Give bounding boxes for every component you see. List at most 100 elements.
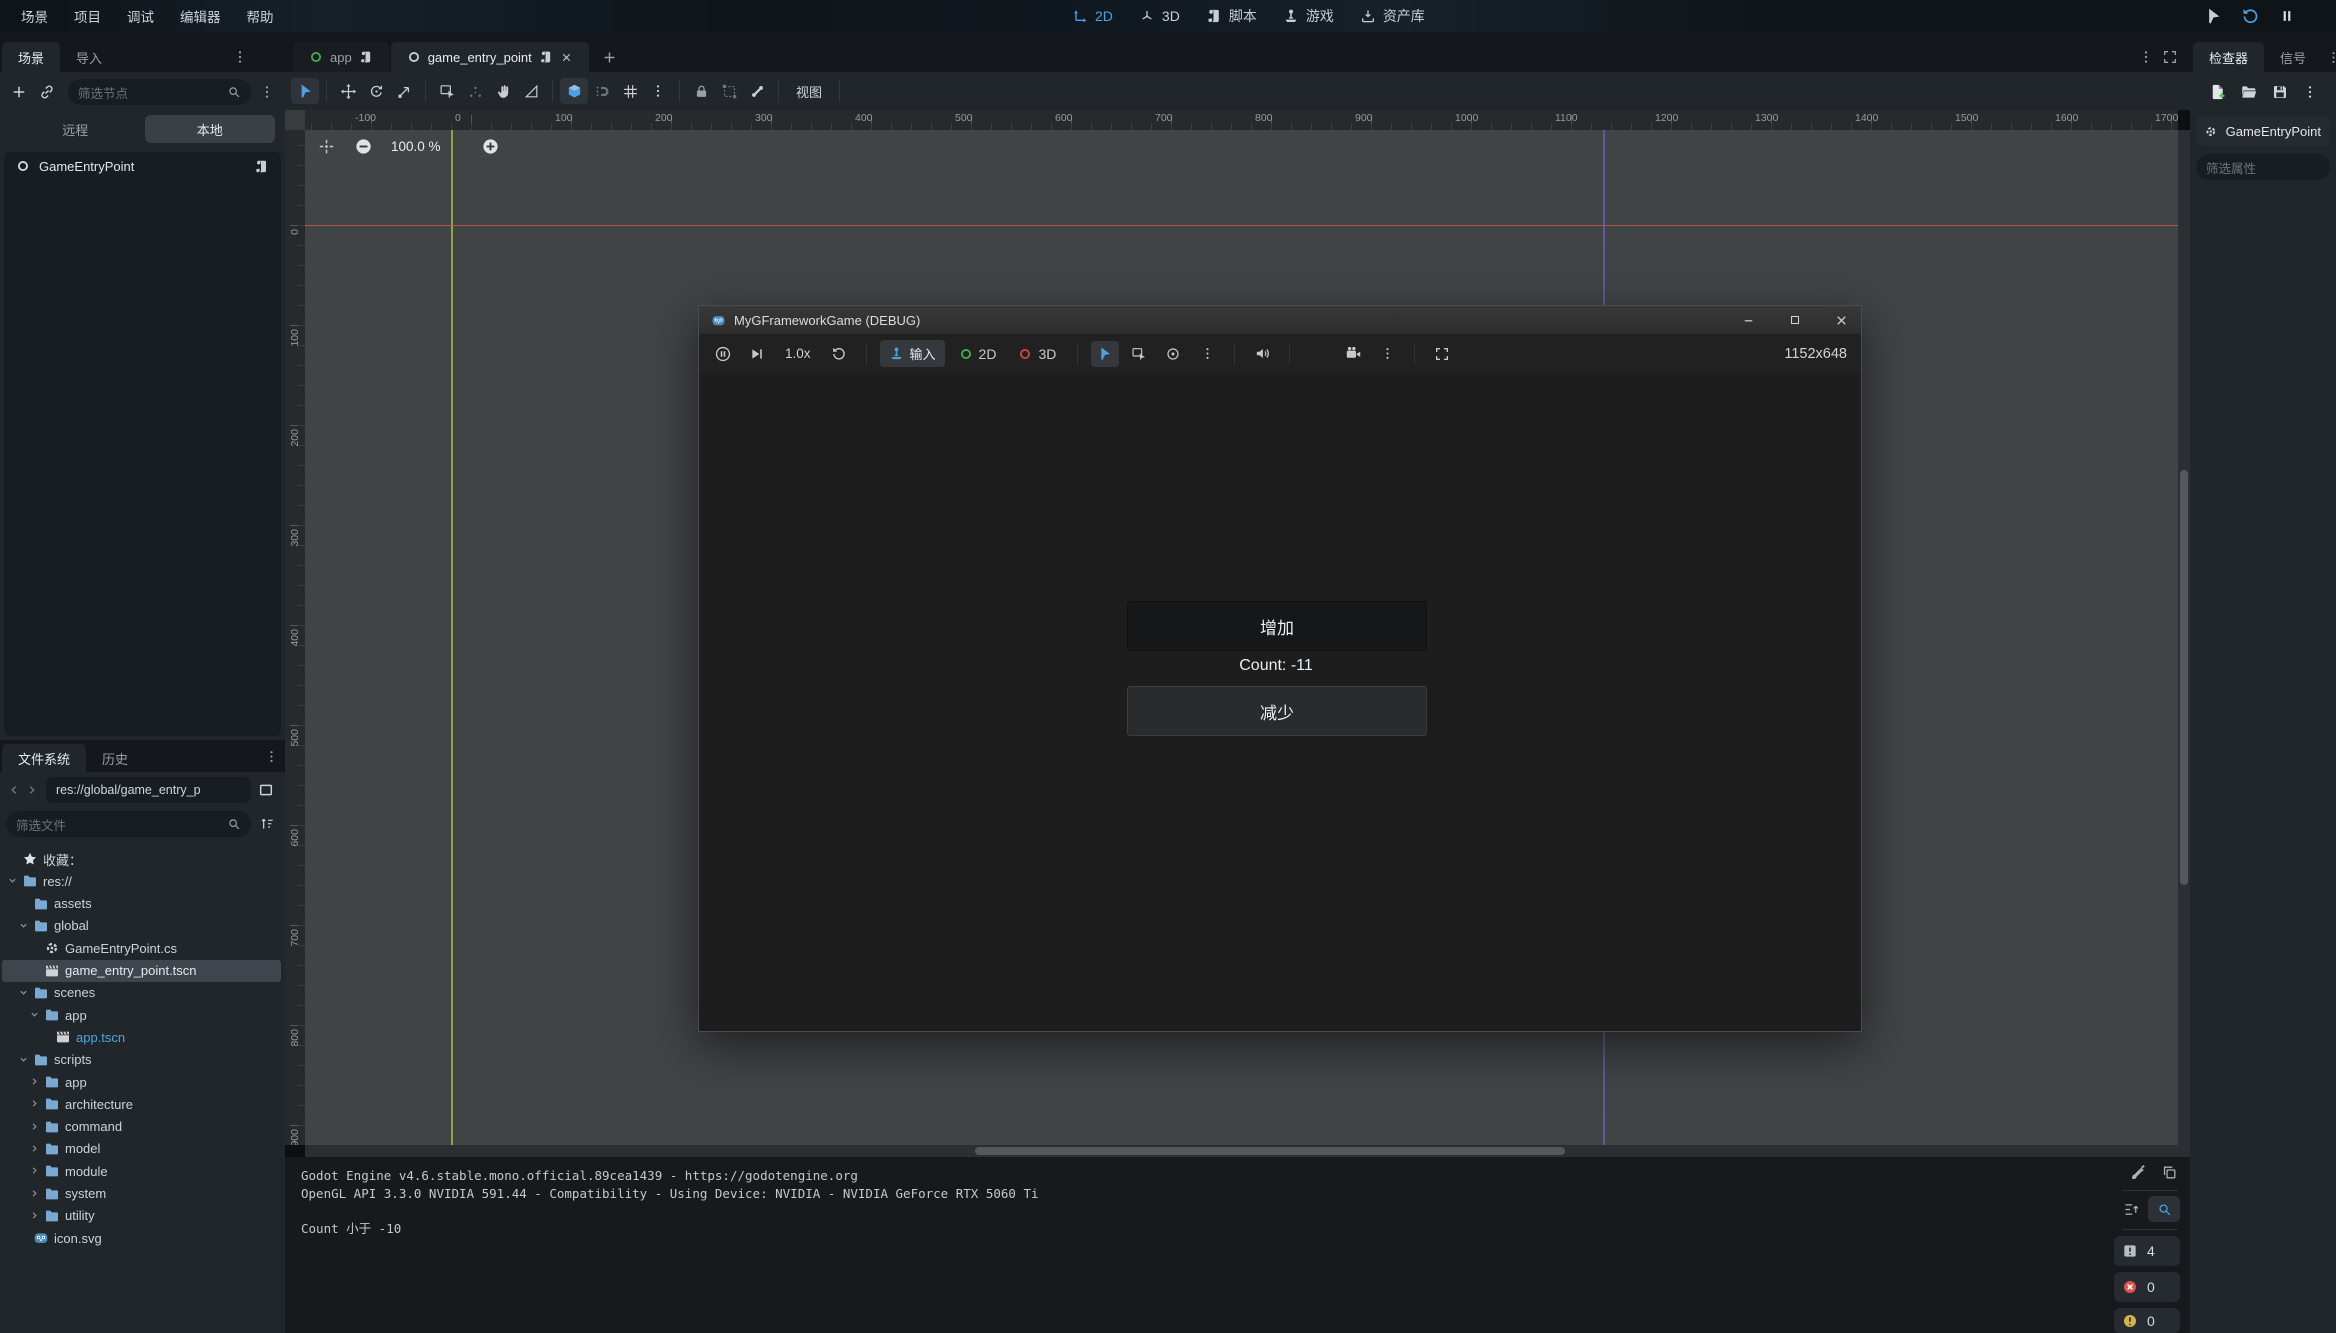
- fs-item-scripts[interactable]: scripts: [2, 1049, 281, 1071]
- game-focus-selection-button[interactable]: [1159, 341, 1187, 367]
- minimize-window-icon[interactable]: [1741, 313, 1756, 328]
- lock-node-button[interactable]: [687, 78, 715, 104]
- chevron-right-icon[interactable]: [28, 1209, 42, 1223]
- workspace-资产库[interactable]: 资产库: [1360, 6, 1425, 26]
- scene-tabs-menu-icon[interactable]: [2138, 49, 2154, 65]
- load-resource-icon[interactable]: [2240, 83, 2258, 101]
- tab-filesystem[interactable]: 文件系统: [2, 744, 86, 772]
- game-focus-icon[interactable]: [2204, 7, 2223, 26]
- filter-files-input[interactable]: 筛选文件: [6, 811, 251, 837]
- mute-audio-button[interactable]: [1248, 341, 1276, 367]
- tab-signals[interactable]: 信号: [2264, 42, 2322, 72]
- zoom-level[interactable]: 100.0 %: [383, 139, 449, 154]
- sort-files-icon[interactable]: [259, 816, 275, 832]
- chevron-down-icon[interactable]: [17, 986, 31, 1000]
- chevron-right-icon[interactable]: [28, 1164, 42, 1178]
- distraction-free-icon[interactable]: [2162, 49, 2178, 65]
- suspend-game-button[interactable]: [709, 341, 737, 367]
- move-tool-button[interactable]: [334, 78, 362, 104]
- close-tab-icon[interactable]: [560, 51, 573, 64]
- fs-item-system[interactable]: system: [2, 1183, 281, 1205]
- pan-tool-button[interactable]: [489, 78, 517, 104]
- local-button[interactable]: 本地: [145, 115, 276, 143]
- decrease-button[interactable]: 减少: [1127, 686, 1427, 736]
- chevron-right-icon[interactable]: [28, 1187, 42, 1201]
- chevron-down-icon[interactable]: [28, 1008, 42, 1022]
- inspector-menu-icon[interactable]: [2302, 84, 2318, 100]
- chevron-right-icon[interactable]: [28, 1075, 42, 1089]
- tab-import-dock[interactable]: 导入: [60, 42, 118, 72]
- fs-item-game-entry-point.tscn[interactable]: game_entry_point.tscn: [2, 960, 281, 982]
- next-frame-button[interactable]: [743, 341, 771, 367]
- fs-item-res[interactable]: res://: [2, 870, 281, 892]
- script-icon[interactable]: [539, 50, 553, 64]
- game-window[interactable]: MyGFrameworkGame (DEBUG) 1.0x 输入 2D 3D: [698, 305, 1862, 1032]
- nav-forward-icon[interactable]: [24, 782, 40, 798]
- copy-output-icon[interactable]: [2161, 1164, 2178, 1181]
- ruler-tool-button[interactable]: [517, 78, 545, 104]
- menu-3[interactable]: 编辑器: [169, 6, 232, 26]
- game-select-tool-button[interactable]: [1091, 341, 1119, 367]
- new-scene-tab-icon[interactable]: [601, 49, 618, 66]
- skeleton-options-button[interactable]: [743, 78, 771, 104]
- snap-options-menu-icon[interactable]: [644, 78, 672, 104]
- list-select-button[interactable]: [433, 78, 461, 104]
- camera-override-button[interactable]: [1339, 341, 1367, 367]
- reset-speed-button[interactable]: [825, 341, 853, 367]
- tab-inspector[interactable]: 检查器: [2193, 42, 2264, 72]
- split-mode-icon[interactable]: [258, 782, 274, 798]
- chevron-down-icon[interactable]: [6, 874, 20, 888]
- camera-3d-toggle[interactable]: 3D: [1010, 346, 1064, 362]
- h-scrollbar[interactable]: [305, 1145, 2178, 1157]
- menu-2[interactable]: 调试: [116, 6, 165, 26]
- scene-tab-app[interactable]: app: [293, 42, 389, 72]
- fs-item-app.tscn[interactable]: app.tscn: [2, 1026, 281, 1048]
- h-scrollbar-thumb[interactable]: [975, 1147, 1565, 1155]
- workspace-3d[interactable]: 3D: [1139, 8, 1180, 24]
- camera-override-menu-icon[interactable]: [1373, 341, 1401, 367]
- group-node-button[interactable]: [715, 78, 743, 104]
- game-list-select-button[interactable]: [1125, 341, 1153, 367]
- zoom-in-icon[interactable]: [481, 137, 500, 156]
- time-scale[interactable]: 1.0x: [777, 346, 819, 361]
- collapse-duplicates-icon[interactable]: [2123, 1201, 2140, 1218]
- script-icon[interactable]: [254, 159, 269, 174]
- smart-snap-button[interactable]: [560, 78, 588, 104]
- fs-item-[interactable]: 收藏：: [2, 848, 281, 870]
- scene-tree-menu-icon[interactable]: [259, 84, 275, 100]
- fs-item-command[interactable]: command: [2, 1116, 281, 1138]
- messages-badge[interactable]: 4: [2114, 1236, 2180, 1266]
- select-tool-button[interactable]: [291, 78, 319, 104]
- grid-toggle-button[interactable]: [616, 78, 644, 104]
- rotate-tool-button[interactable]: [362, 78, 390, 104]
- filter-properties-input[interactable]: 筛选属性: [2196, 154, 2330, 180]
- embed-fullscreen-button[interactable]: [1428, 341, 1456, 367]
- save-resource-icon[interactable]: [2271, 83, 2289, 101]
- filesystem-menu-icon[interactable]: [264, 749, 279, 764]
- path-field[interactable]: res://global/game_entry_p: [46, 777, 251, 803]
- increase-button[interactable]: 增加: [1127, 601, 1427, 651]
- warnings-badge[interactable]: 0: [2114, 1308, 2180, 1333]
- fs-item-utility[interactable]: utility: [2, 1205, 281, 1227]
- center-view-icon[interactable]: [317, 137, 336, 156]
- fs-item-gameentrypoint.cs[interactable]: GameEntryPoint.cs: [2, 937, 281, 959]
- add-node-icon[interactable]: [10, 83, 28, 101]
- chevron-right-icon[interactable]: [28, 1142, 42, 1156]
- view-menu-button[interactable]: 视图: [786, 82, 832, 101]
- v-scrollbar[interactable]: [2178, 130, 2190, 1157]
- search-output-button[interactable]: [2148, 1196, 2180, 1222]
- script-icon[interactable]: [359, 50, 373, 64]
- tab-scene-dock[interactable]: 场景: [2, 42, 60, 72]
- game-select-menu-icon[interactable]: [1193, 341, 1221, 367]
- maximize-window-icon[interactable]: [1788, 313, 1802, 327]
- scene-tab-game-entry-point[interactable]: game_entry_point: [391, 42, 589, 72]
- fs-item-scenes[interactable]: scenes: [2, 982, 281, 1004]
- clear-output-icon[interactable]: [2130, 1164, 2147, 1181]
- scene-dock-menu-icon[interactable]: [232, 49, 248, 65]
- inspected-node-row[interactable]: GameEntryPoint...: [2196, 116, 2330, 146]
- instance-scene-icon[interactable]: [38, 83, 56, 101]
- workspace-2d[interactable]: 2D: [1072, 8, 1113, 24]
- grid-snap-button[interactable]: [588, 78, 616, 104]
- input-mode-toggle[interactable]: 输入: [880, 340, 945, 367]
- pivot-tool-button[interactable]: [461, 78, 489, 104]
